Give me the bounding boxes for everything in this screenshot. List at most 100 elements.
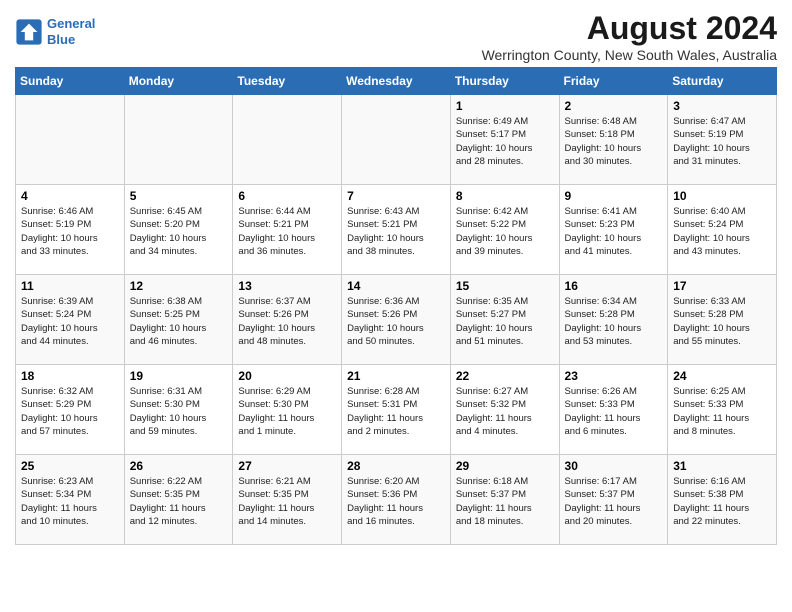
day-number: 8 [456, 189, 554, 203]
day-number: 4 [21, 189, 119, 203]
calendar-cell: 11Sunrise: 6:39 AM Sunset: 5:24 PM Dayli… [16, 275, 125, 365]
day-info: Sunrise: 6:42 AM Sunset: 5:22 PM Dayligh… [456, 205, 554, 258]
calendar-cell: 17 Sunrise: 6:33 AM Sunset: 5:28 PM Dayli… [668, 275, 777, 365]
day-number: 11 [21, 279, 119, 293]
calendar-cell: 16 Sunrise: 6:34 AM Sunset: 5:28 PM Dayli… [559, 275, 668, 365]
day-info: Sunrise: 6:16 AM Sunset: 5:38 PM Dayligh… [673, 475, 771, 528]
calendar-cell: 31 Sunrise: 6:16 AM Sunset: 5:38 PM Dayli… [668, 455, 777, 545]
calendar-cell [233, 95, 342, 185]
day-info: Sunrise: 6:22 AM Sunset: 5:35 PM Dayligh… [130, 475, 228, 528]
day-number: 18 [21, 369, 119, 383]
calendar-cell [342, 95, 451, 185]
calendar-cell [124, 95, 233, 185]
day-number: 9 [565, 189, 663, 203]
day-number: 24 [673, 369, 771, 383]
day-number: 2 [565, 99, 663, 113]
calendar-cell: 25 Sunrise: 6:23 AM Sunset: 5:34 PM Dayli… [16, 455, 125, 545]
logo-icon [15, 18, 43, 46]
day-number: 17 [673, 279, 771, 293]
day-info: Sunrise: 6:43 AM Sunset: 5:21 PM Dayligh… [347, 205, 445, 258]
day-info: Sunrise: 6:32 AM Sunset: 5:29 PM Dayligh… [21, 385, 119, 438]
day-number: 5 [130, 189, 228, 203]
day-number: 30 [565, 459, 663, 473]
day-number: 19 [130, 369, 228, 383]
calendar-cell: 26 Sunrise: 6:22 AM Sunset: 5:35 PM Dayli… [124, 455, 233, 545]
calendar-cell: 13 Sunrise: 6:37 AM Sunset: 5:26 PM Dayli… [233, 275, 342, 365]
day-number: 31 [673, 459, 771, 473]
day-info: Sunrise: 6:23 AM Sunset: 5:34 PM Dayligh… [21, 475, 119, 528]
day-info: Sunrise: 6:34 AM Sunset: 5:28 PM Dayligh… [565, 295, 663, 348]
main-title: August 2024 [482, 10, 777, 47]
logo-line1: General [47, 16, 95, 31]
calendar-cell: 21Sunrise: 6:28 AM Sunset: 5:31 PM Dayli… [342, 365, 451, 455]
day-info: Sunrise: 6:38 AM Sunset: 5:25 PM Dayligh… [130, 295, 228, 348]
logo-text: General Blue [47, 16, 95, 47]
calendar-cell: 22 Sunrise: 6:27 AM Sunset: 5:32 PM Dayli… [450, 365, 559, 455]
day-info: Sunrise: 6:31 AM Sunset: 5:30 PM Dayligh… [130, 385, 228, 438]
day-number: 20 [238, 369, 336, 383]
calendar-cell: 10Sunrise: 6:40 AM Sunset: 5:24 PM Dayli… [668, 185, 777, 275]
calendar-week-row: 18 Sunrise: 6:32 AM Sunset: 5:29 PM Dayli… [16, 365, 777, 455]
day-info: Sunrise: 6:29 AM Sunset: 5:30 PM Dayligh… [238, 385, 336, 438]
day-info: Sunrise: 6:44 AM Sunset: 5:21 PM Dayligh… [238, 205, 336, 258]
day-info: Sunrise: 6:35 AM Sunset: 5:27 PM Dayligh… [456, 295, 554, 348]
logo-line2: Blue [47, 32, 75, 47]
day-info: Sunrise: 6:20 AM Sunset: 5:36 PM Dayligh… [347, 475, 445, 528]
column-header-saturday: Saturday [668, 68, 777, 95]
day-info: Sunrise: 6:33 AM Sunset: 5:28 PM Dayligh… [673, 295, 771, 348]
day-number: 13 [238, 279, 336, 293]
day-info: Sunrise: 6:26 AM Sunset: 5:33 PM Dayligh… [565, 385, 663, 438]
column-header-friday: Friday [559, 68, 668, 95]
calendar-cell: 24 Sunrise: 6:25 AM Sunset: 5:33 PM Dayli… [668, 365, 777, 455]
column-header-monday: Monday [124, 68, 233, 95]
day-info: Sunrise: 6:27 AM Sunset: 5:32 PM Dayligh… [456, 385, 554, 438]
day-number: 12 [130, 279, 228, 293]
calendar-cell: 12 Sunrise: 6:38 AM Sunset: 5:25 PM Dayli… [124, 275, 233, 365]
day-number: 27 [238, 459, 336, 473]
day-number: 28 [347, 459, 445, 473]
calendar-cell: 27Sunrise: 6:21 AM Sunset: 5:35 PM Dayli… [233, 455, 342, 545]
day-info: Sunrise: 6:18 AM Sunset: 5:37 PM Dayligh… [456, 475, 554, 528]
day-number: 26 [130, 459, 228, 473]
day-number: 25 [21, 459, 119, 473]
day-info: Sunrise: 6:48 AM Sunset: 5:18 PM Dayligh… [565, 115, 663, 168]
calendar-header-row: SundayMondayTuesdayWednesdayThursdayFrid… [16, 68, 777, 95]
day-info: Sunrise: 6:25 AM Sunset: 5:33 PM Dayligh… [673, 385, 771, 438]
day-number: 7 [347, 189, 445, 203]
calendar-cell: 19 Sunrise: 6:31 AM Sunset: 5:30 PM Dayli… [124, 365, 233, 455]
day-number: 29 [456, 459, 554, 473]
column-header-thursday: Thursday [450, 68, 559, 95]
calendar-table: SundayMondayTuesdayWednesdayThursdayFrid… [15, 67, 777, 545]
day-info: Sunrise: 6:41 AM Sunset: 5:23 PM Dayligh… [565, 205, 663, 258]
day-number: 16 [565, 279, 663, 293]
calendar-cell: 2 Sunrise: 6:48 AM Sunset: 5:18 PM Daylig… [559, 95, 668, 185]
calendar-cell: 30Sunrise: 6:17 AM Sunset: 5:37 PM Dayli… [559, 455, 668, 545]
calendar-cell: 5Sunrise: 6:45 AM Sunset: 5:20 PM Daylig… [124, 185, 233, 275]
calendar-cell: 7 Sunrise: 6:43 AM Sunset: 5:21 PM Daylig… [342, 185, 451, 275]
calendar-cell: 20 Sunrise: 6:29 AM Sunset: 5:30 PM Dayli… [233, 365, 342, 455]
day-number: 21 [347, 369, 445, 383]
calendar-cell: 29 Sunrise: 6:18 AM Sunset: 5:37 PM Dayli… [450, 455, 559, 545]
logo: General Blue [15, 16, 95, 47]
day-number: 22 [456, 369, 554, 383]
calendar-cell: 3 Sunrise: 6:47 AM Sunset: 5:19 PM Daylig… [668, 95, 777, 185]
calendar-cell: 6 Sunrise: 6:44 AM Sunset: 5:21 PM Daylig… [233, 185, 342, 275]
calendar-cell: 14Sunrise: 6:36 AM Sunset: 5:26 PM Dayli… [342, 275, 451, 365]
day-number: 3 [673, 99, 771, 113]
day-info: Sunrise: 6:47 AM Sunset: 5:19 PM Dayligh… [673, 115, 771, 168]
column-header-sunday: Sunday [16, 68, 125, 95]
title-section: August 2024 Werrington County, New South… [482, 10, 777, 63]
calendar-cell: 23Sunrise: 6:26 AM Sunset: 5:33 PM Dayli… [559, 365, 668, 455]
calendar-week-row: 25 Sunrise: 6:23 AM Sunset: 5:34 PM Dayli… [16, 455, 777, 545]
column-header-tuesday: Tuesday [233, 68, 342, 95]
day-number: 6 [238, 189, 336, 203]
day-number: 15 [456, 279, 554, 293]
calendar-week-row: 1Sunrise: 6:49 AM Sunset: 5:17 PM Daylig… [16, 95, 777, 185]
day-info: Sunrise: 6:49 AM Sunset: 5:17 PM Dayligh… [456, 115, 554, 168]
day-number: 14 [347, 279, 445, 293]
day-info: Sunrise: 6:37 AM Sunset: 5:26 PM Dayligh… [238, 295, 336, 348]
calendar-cell: 15 Sunrise: 6:35 AM Sunset: 5:27 PM Dayli… [450, 275, 559, 365]
day-info: Sunrise: 6:46 AM Sunset: 5:19 PM Dayligh… [21, 205, 119, 258]
column-header-wednesday: Wednesday [342, 68, 451, 95]
calendar-cell: 28 Sunrise: 6:20 AM Sunset: 5:36 PM Dayli… [342, 455, 451, 545]
